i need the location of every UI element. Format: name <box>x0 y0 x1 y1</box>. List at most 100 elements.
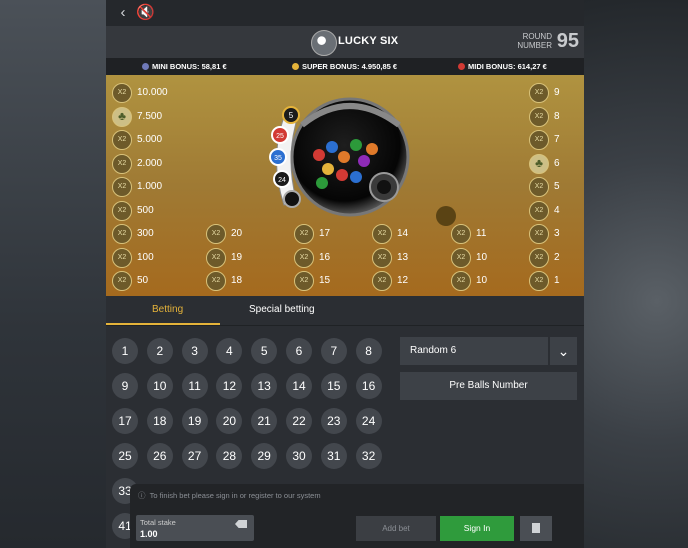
number-ball[interactable]: 9 <box>112 373 138 399</box>
svg-text:5: 5 <box>289 111 294 120</box>
multiplier-chip: X2 <box>112 177 132 197</box>
bonus-bar: MINI BONUS: 58,81 € SUPER BONUS: 4.950,8… <box>106 58 584 75</box>
number-ball[interactable]: 5 <box>251 338 278 364</box>
ball-position: 20 <box>231 228 243 239</box>
svg-text:24: 24 <box>278 177 286 184</box>
svg-text:25: 25 <box>276 133 284 140</box>
game-title: LUCKY SIX <box>338 35 399 47</box>
number-ball[interactable]: 15 <box>320 373 347 399</box>
multiplier-chip: X2 <box>372 224 392 244</box>
ball-position: 14 <box>397 228 409 239</box>
number-ball[interactable]: 23 <box>320 408 347 434</box>
number-ball[interactable]: 17 <box>112 408 138 434</box>
number-ball[interactable]: 2 <box>146 338 173 364</box>
total-stake-field[interactable]: Total stake 1.00 <box>136 515 254 541</box>
number-ball[interactable]: 7 <box>320 338 347 364</box>
number-ball[interactable]: 30 <box>286 443 312 469</box>
number-ball[interactable]: 11 <box>181 373 208 399</box>
game-header: LUCKY SIX ROUND NUMBER 95 <box>106 26 584 58</box>
tab-betting[interactable]: Betting <box>152 304 183 315</box>
odds-value: 1.000 <box>137 181 163 192</box>
ball-position: 10 <box>476 275 488 286</box>
midi-bonus: MIDI BONUS: 614,27 € <box>458 62 547 71</box>
multiplier-chip: X2 <box>529 247 549 268</box>
ball-position: 11 <box>476 228 487 239</box>
mini-bonus-dot-icon <box>142 63 149 70</box>
multiplier-chip: X2 <box>112 83 132 103</box>
receipt-icon[interactable] <box>520 516 552 541</box>
number-ball[interactable]: 26 <box>146 443 173 469</box>
number-ball[interactable]: 6 <box>286 338 312 364</box>
multiplier-chip: X2 <box>529 83 549 103</box>
ball-position: 5 <box>554 181 560 192</box>
number-ball[interactable]: 16 <box>355 373 382 399</box>
number-ball[interactable]: 32 <box>355 443 382 469</box>
draw-board: X2 10.000 ♣ 7.500 X2 5.000 X2 2.000 X2 1.000 X2 500… <box>106 75 584 296</box>
lucky-six-logo-icon <box>311 30 337 56</box>
multiplier-chip: X2 <box>529 224 549 244</box>
number-ball[interactable]: 28 <box>216 443 243 469</box>
mute-icon[interactable]: 🔇 <box>136 4 155 22</box>
number-ball[interactable]: 13 <box>251 373 278 399</box>
back-icon[interactable]: ‹ <box>114 4 132 22</box>
ball-position: 16 <box>319 251 331 263</box>
multiplier-chip: X2 <box>112 224 132 244</box>
multiplier-chip: X2 <box>529 130 549 150</box>
multiplier-chip: X2 <box>112 200 132 221</box>
number-ball[interactable]: 19 <box>181 408 208 434</box>
number-ball[interactable]: 18 <box>146 408 173 434</box>
round-number: 95 <box>556 30 579 52</box>
add-bet-button[interactable]: Add bet <box>356 516 436 541</box>
ball-position: 18 <box>231 275 243 286</box>
number-ball[interactable]: 21 <box>251 408 278 434</box>
ball-position: 4 <box>554 204 560 216</box>
number-ball[interactable]: 27 <box>181 443 208 469</box>
multiplier-chip: X2 <box>451 271 471 291</box>
backspace-icon[interactable] <box>235 520 247 528</box>
number-ball[interactable]: 20 <box>216 408 243 434</box>
falling-ball <box>436 206 456 226</box>
ball-position: 7 <box>554 134 560 145</box>
sign-in-button[interactable]: Sign In <box>440 516 514 541</box>
total-stake-value: 1.00 <box>140 529 158 539</box>
number-ball[interactable]: 10 <box>146 373 173 399</box>
multiplier-chip: X2 <box>529 200 549 221</box>
background-right <box>584 0 688 548</box>
multiplier-chip: X2 <box>206 247 226 268</box>
multiplier-chip: X2 <box>112 271 132 291</box>
ball-position: 15 <box>319 275 331 286</box>
multiplier-chip: X2 <box>112 247 132 268</box>
odds-value: 2.000 <box>137 157 163 169</box>
multiplier-chip: X2 <box>112 130 132 150</box>
tab-special-betting[interactable]: Special betting <box>249 304 315 315</box>
number-ball[interactable]: 29 <box>251 443 278 469</box>
number-ball[interactable]: 12 <box>216 373 243 399</box>
odds-value: 7.500 <box>137 110 163 122</box>
ball-position: 6 <box>554 157 560 169</box>
number-ball[interactable]: 31 <box>320 443 347 469</box>
multiplier-chip: X2 <box>112 153 132 174</box>
chevron-down-icon[interactable]: ⌄ <box>550 337 577 365</box>
odds-value: 10.000 <box>137 87 168 98</box>
multiplier-chip: X2 <box>451 224 471 244</box>
ball-position: 8 <box>554 110 560 122</box>
super-bonus-dot-icon <box>292 63 299 70</box>
number-ball[interactable]: 8 <box>355 338 382 364</box>
ball-position: 1 <box>554 275 560 286</box>
random-select[interactable]: Random 6 <box>400 337 548 365</box>
number-ball[interactable]: 25 <box>112 443 138 469</box>
ball-machine: 5 25 35 24 <box>269 97 410 217</box>
number-ball[interactable]: 3 <box>181 338 208 364</box>
number-ball[interactable]: 24 <box>355 408 382 434</box>
multiplier-chip: X2 <box>294 224 314 244</box>
number-ball[interactable]: 22 <box>286 408 312 434</box>
midi-bonus-dot-icon <box>458 63 465 70</box>
svg-text:35: 35 <box>274 155 282 162</box>
number-ball[interactable]: 4 <box>216 338 243 364</box>
number-ball[interactable]: 14 <box>286 373 312 399</box>
multiplier-chip: X2 <box>206 271 226 291</box>
multiplier-chip: X2 <box>372 271 392 291</box>
total-stake-label: Total stake <box>140 518 176 527</box>
pre-balls-number-button[interactable]: Pre Balls Number <box>400 372 577 400</box>
number-ball[interactable]: 1 <box>112 338 138 364</box>
